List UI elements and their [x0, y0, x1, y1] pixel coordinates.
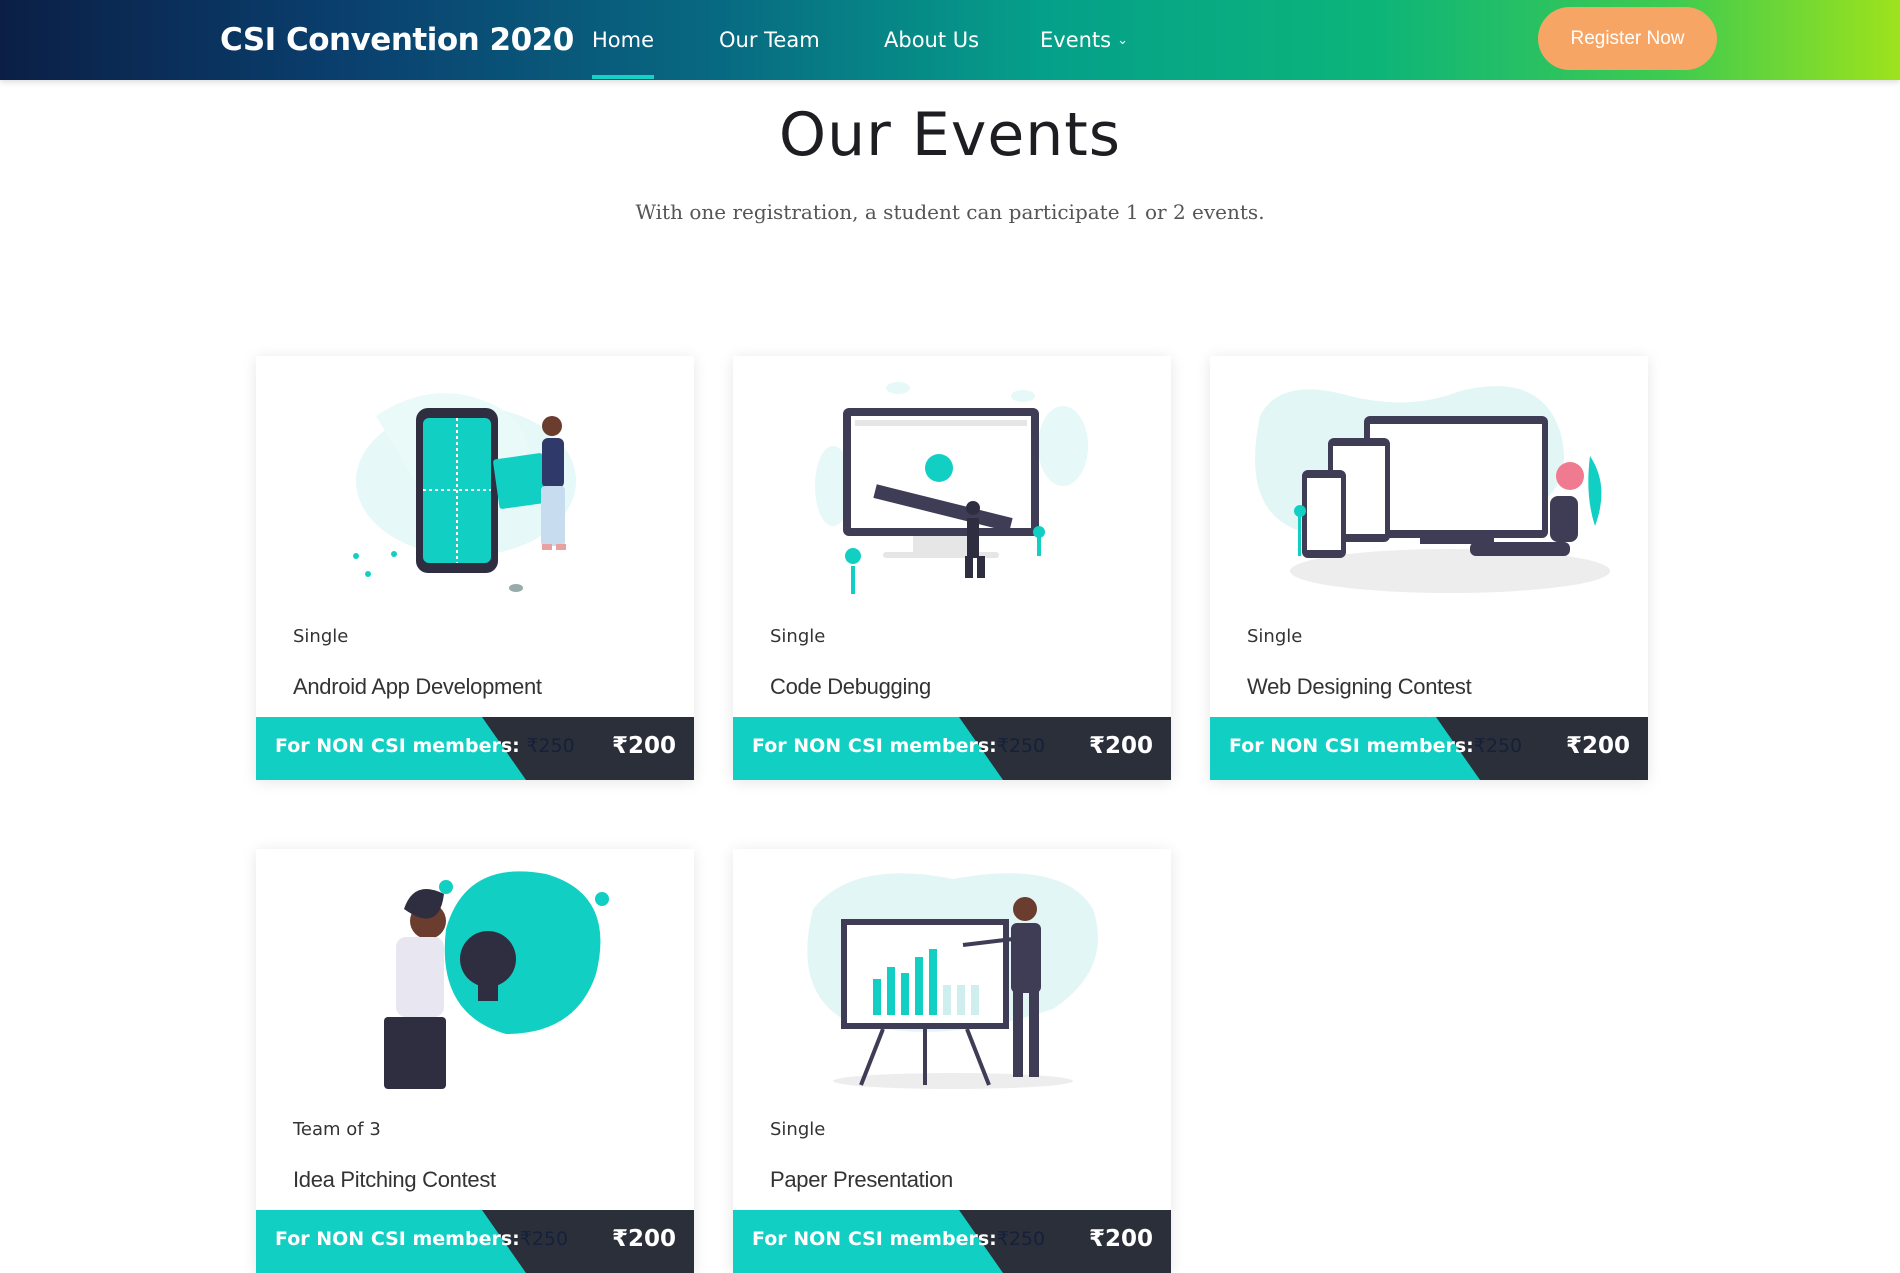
- event-type: Single: [770, 1119, 826, 1140]
- presentation-board-illustration: [733, 849, 1171, 1119]
- nav-home[interactable]: Home: [592, 22, 655, 79]
- event-type: Single: [1247, 626, 1303, 647]
- monitor-bug-illustration: [733, 356, 1171, 626]
- register-now-button[interactable]: Register Now: [1538, 7, 1717, 70]
- phone-puzzle-illustration: [256, 356, 694, 626]
- price-bar: For NON CSI members: ₹250 ₹200: [256, 717, 694, 780]
- section-title: Our Events: [778, 100, 1122, 170]
- event-title: Android App Development: [293, 674, 542, 699]
- non-csi-price: For NON CSI members:₹250: [1229, 735, 1523, 757]
- non-csi-price: For NON CSI members:₹250: [752, 735, 1046, 757]
- event-type: Single: [293, 626, 349, 647]
- price-bar: For NON CSI members:₹250 ₹200: [733, 1210, 1171, 1273]
- event-card[interactable]: Single Code Debugging For NON CSI member…: [733, 356, 1171, 780]
- csi-price: ₹200: [1565, 733, 1630, 759]
- nav-our-team[interactable]: Our Team: [719, 22, 820, 58]
- chevron-down-icon: ⌄: [1117, 33, 1129, 48]
- event-type: Single: [770, 626, 826, 647]
- section-subtitle: With one registration, a student can par…: [635, 200, 1265, 224]
- top-navbar: CSI Convention 2020 Home Our Team About …: [0, 0, 1900, 80]
- event-type: Team of 3: [293, 1119, 381, 1140]
- event-card[interactable]: Single Paper Presentation For NON CSI me…: [733, 849, 1171, 1273]
- csi-price: ₹200: [1088, 733, 1153, 759]
- event-title: Idea Pitching Contest: [293, 1167, 496, 1192]
- csi-price: ₹200: [1088, 1226, 1153, 1252]
- nav-events-label: Events: [1040, 28, 1112, 52]
- csi-price: ₹200: [611, 1226, 676, 1252]
- responsive-devices-illustration: [1210, 356, 1648, 626]
- non-csi-price: For NON CSI members: ₹250: [275, 735, 575, 757]
- nav-events[interactable]: Events ⌄: [1040, 22, 1128, 58]
- event-title: Web Designing Contest: [1247, 674, 1472, 699]
- price-bar: For NON CSI members:₹250 ₹200: [256, 1210, 694, 1273]
- event-title: Paper Presentation: [770, 1167, 953, 1192]
- non-csi-price: For NON CSI members:₹250: [275, 1228, 569, 1250]
- event-card[interactable]: Team of 3 Idea Pitching Contest For NON …: [256, 849, 694, 1273]
- event-card[interactable]: Single Android App Development For NON C…: [256, 356, 694, 780]
- event-title: Code Debugging: [770, 674, 931, 699]
- csi-price: ₹200: [611, 733, 676, 759]
- price-bar: For NON CSI members:₹250 ₹200: [1210, 717, 1648, 780]
- price-bar: For NON CSI members:₹250 ₹200: [733, 717, 1171, 780]
- event-card[interactable]: Single Web Designing Contest For NON CSI…: [1210, 356, 1648, 780]
- brand-logo[interactable]: CSI Convention 2020: [220, 20, 574, 60]
- nav-about-us[interactable]: About Us: [884, 22, 979, 58]
- lightbulb-idea-illustration: [256, 849, 694, 1119]
- non-csi-price: For NON CSI members:₹250: [752, 1228, 1046, 1250]
